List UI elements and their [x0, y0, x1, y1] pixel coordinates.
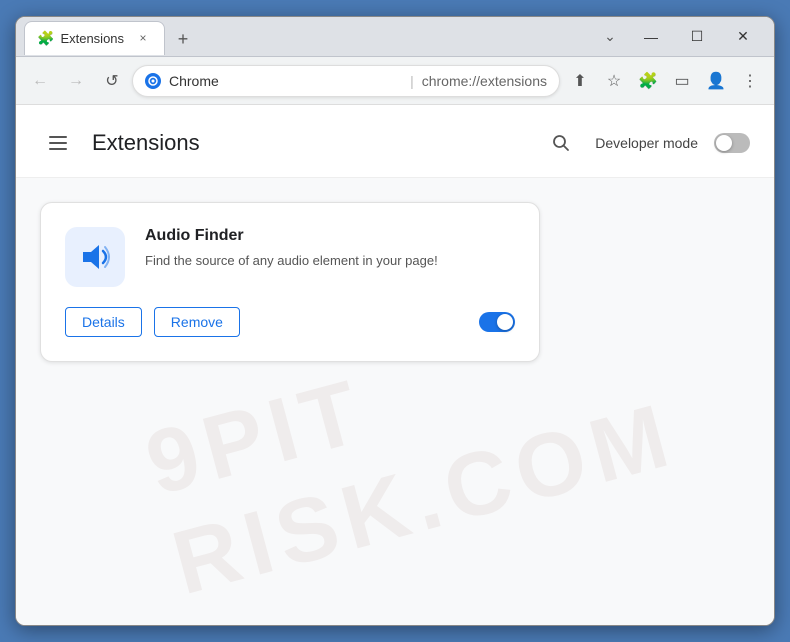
sidebar-button[interactable]: ▭: [666, 65, 698, 97]
bookmark-button[interactable]: ☆: [598, 65, 630, 97]
developer-mode-label: Developer mode: [595, 135, 698, 151]
extension-icon: [65, 227, 125, 287]
header-right: Developer mode: [543, 125, 750, 161]
url-site-name: Chrome: [169, 73, 402, 89]
extension-card: Audio Finder Find the source of any audi…: [40, 202, 540, 362]
browser-window: 🧩 Extensions × + ⌄ — ☐ ✕ ← → ↺ Ch: [15, 16, 775, 626]
tab-close-button[interactable]: ×: [134, 29, 152, 47]
extension-info: Audio Finder Find the source of any audi…: [145, 227, 515, 271]
title-bar: 🧩 Extensions × + ⌄ — ☐ ✕: [16, 17, 774, 57]
extension-description: Find the source of any audio element in …: [145, 251, 515, 271]
extensions-list: Audio Finder Find the source of any audi…: [16, 178, 774, 386]
address-bar: ← → ↺ Chrome | chrome://extensions ⬆ ☆ 🧩…: [16, 57, 774, 105]
back-button[interactable]: ←: [24, 65, 56, 97]
extension-top-section: Audio Finder Find the source of any audi…: [65, 227, 515, 287]
page-content: 9PITRISK.COM Extensions Developer mode: [16, 105, 774, 625]
close-button[interactable]: ✕: [720, 21, 766, 53]
chevron-down-button[interactable]: ⌄: [596, 23, 624, 51]
extension-name: Audio Finder: [145, 227, 515, 245]
forward-button[interactable]: →: [60, 65, 92, 97]
toolbar-actions: ⬆ ☆ 🧩 ▭ 👤 ⋮: [564, 65, 766, 97]
details-button[interactable]: Details: [65, 307, 142, 337]
active-tab: 🧩 Extensions ×: [24, 21, 165, 55]
extensions-toolbar-button[interactable]: 🧩: [632, 65, 664, 97]
title-bar-right-controls: ⌄: [596, 23, 628, 51]
minimize-button[interactable]: —: [628, 21, 674, 53]
extensions-header: Extensions Developer mode: [16, 105, 774, 178]
extension-enabled-toggle[interactable]: [479, 312, 515, 332]
tab-bar: 🧩 Extensions × +: [24, 20, 596, 54]
url-bar[interactable]: Chrome | chrome://extensions: [132, 65, 560, 97]
share-button[interactable]: ⬆: [564, 65, 596, 97]
extension-bottom-section: Details Remove: [65, 307, 515, 337]
url-divider: |: [410, 73, 414, 89]
chrome-menu-button[interactable]: ⋮: [734, 65, 766, 97]
remove-button[interactable]: Remove: [154, 307, 240, 337]
hamburger-menu-button[interactable]: [40, 125, 76, 161]
url-path: chrome://extensions: [422, 73, 547, 89]
extension-toggle-knob: [497, 314, 513, 330]
maximize-button[interactable]: ☐: [674, 21, 720, 53]
new-tab-button[interactable]: +: [169, 26, 197, 54]
profile-button[interactable]: 👤: [700, 65, 732, 97]
page-title: Extensions: [92, 130, 200, 156]
site-favicon: [145, 73, 161, 89]
search-button[interactable]: [543, 125, 579, 161]
hamburger-line-3: [49, 148, 67, 150]
tab-extension-icon: 🧩: [37, 30, 54, 47]
hamburger-line-2: [49, 142, 67, 144]
window-controls: — ☐ ✕: [628, 21, 766, 53]
toggle-knob: [716, 135, 732, 151]
developer-mode-toggle[interactable]: [714, 133, 750, 153]
hamburger-line-1: [49, 136, 67, 138]
reload-button[interactable]: ↺: [96, 65, 128, 97]
tab-title: Extensions: [60, 31, 124, 46]
